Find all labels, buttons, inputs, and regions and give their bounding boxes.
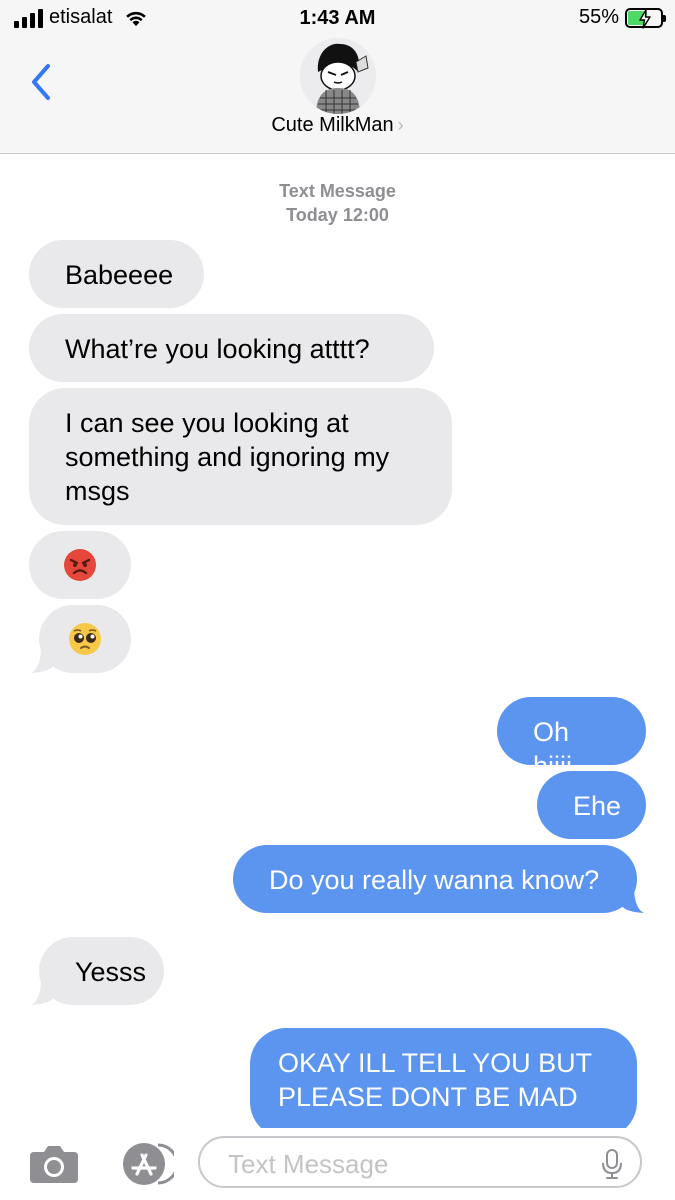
message-bubble-outgoing[interactable]: Oh hiiii (497, 697, 646, 781)
conversation-header: Cute MilkMan › (0, 38, 675, 154)
pleading-face-emoji-icon (69, 623, 101, 655)
avatar[interactable] (300, 38, 376, 114)
thread-timestamp-text: Today 12:00 (286, 205, 389, 225)
status-time: 1:43 AM (299, 7, 376, 29)
mic-icon[interactable] (600, 1148, 624, 1180)
message-bubble-incoming[interactable]: Yesss (39, 937, 164, 1005)
angry-face-emoji-icon (64, 549, 96, 581)
battery-percent: 55% (578, 6, 619, 28)
message-bubble-incoming[interactable]: Babeeee (29, 240, 204, 308)
message-bubble-outgoing[interactable]: Ehe (537, 771, 646, 839)
bubble-tail (31, 646, 53, 673)
battery-icon (625, 7, 666, 29)
service-label: Text Message (279, 181, 396, 201)
thread-timestamp: Today 12:00 (0, 205, 675, 226)
chevron-right-icon: › (397, 115, 404, 135)
compose-bar: Text Message (0, 1128, 675, 1200)
contact-name: Cute MilkMan (271, 114, 394, 136)
message-input[interactable]: Text Message (198, 1136, 642, 1188)
contact-name-button[interactable]: Cute MilkMan › (0, 114, 675, 137)
status-bar: etisalat 1:43 AM 55% (0, 0, 675, 38)
message-input-placeholder: Text Message (228, 1149, 389, 1179)
anime-character-avatar-icon (300, 38, 376, 114)
emoji-bubble-angry[interactable] (29, 531, 131, 599)
message-bubble-incoming[interactable]: What’re you looking atttt? (29, 314, 434, 382)
charging-bolt-icon (639, 8, 651, 29)
back-icon[interactable] (28, 62, 54, 102)
status-right: 55% (578, 6, 666, 29)
app-store-icon[interactable] (118, 1141, 174, 1187)
bubble-tail (31, 978, 53, 1005)
bubble-tail (622, 886, 644, 913)
message-bubble-incoming[interactable]: I can see you looking at something and i… (29, 388, 452, 525)
message-bubble-outgoing[interactable]: OKAY ILL TELL YOU BUT PLEASE DONT BE MAD (250, 1028, 637, 1138)
camera-icon[interactable] (28, 1144, 80, 1184)
message-bubble-outgoing[interactable]: Do you really wanna know? (233, 845, 637, 913)
